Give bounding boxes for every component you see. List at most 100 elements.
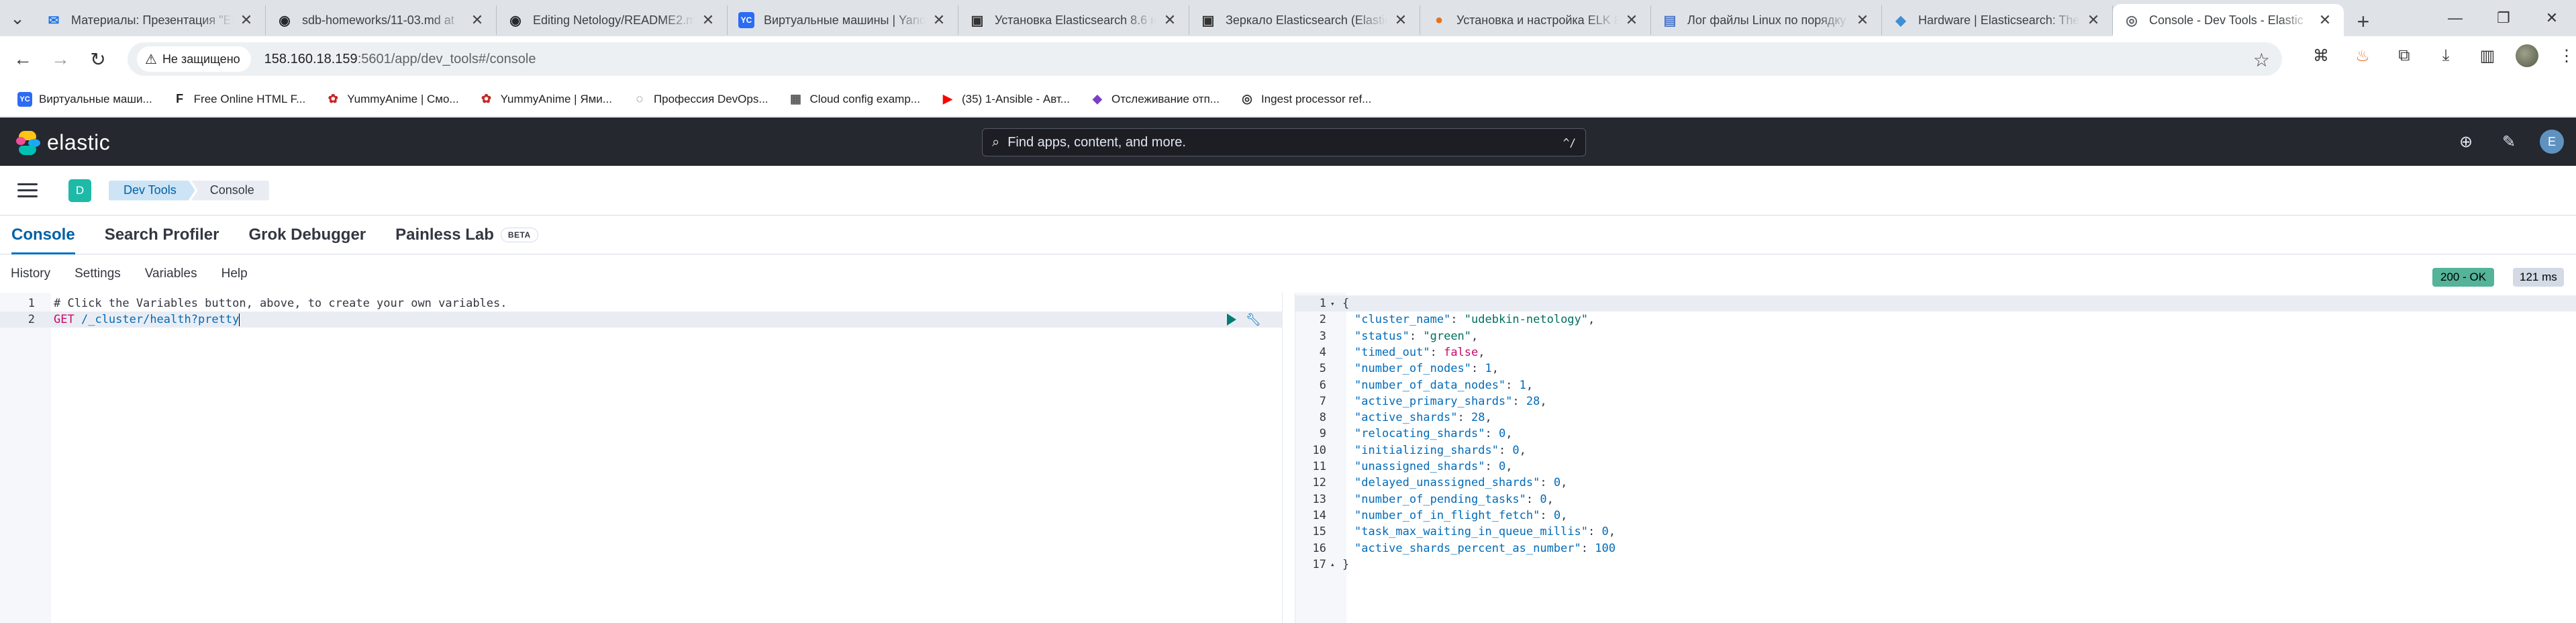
bookmark-favicon-icon: ◎ <box>1242 92 1252 105</box>
json-colon: : <box>1450 313 1465 327</box>
bookmark-item[interactable]: ◆ Отслеживание отп... <box>1083 86 1226 113</box>
user-avatar[interactable]: E <box>2540 130 2564 154</box>
tab-close-icon[interactable]: ✕ <box>238 11 254 29</box>
back-arrow-icon[interactable]: ← <box>4 40 42 78</box>
tab-grok-debugger[interactable]: Grok Debugger <box>248 215 366 254</box>
breadcrumb-dev-tools[interactable]: Dev Tools <box>109 181 195 201</box>
response-line: 5 "number_of_nodes": 1, <box>1295 361 2576 377</box>
address-bar[interactable]: ⚠ Не защищено 158.160.18.159:5601/app/de… <box>128 42 2282 76</box>
space-avatar[interactable]: D <box>68 179 91 202</box>
tab-close-icon[interactable]: ✕ <box>931 11 947 29</box>
request-line-2[interactable]: 2 GET /_cluster/health?pretty 🔧︎ <box>0 312 1282 328</box>
minimize-icon[interactable]: — <box>2431 0 2479 36</box>
request-options-wrench-icon[interactable]: 🔧︎ <box>1246 313 1261 327</box>
browser-tab[interactable]: ◉ Editing Netology/README2.md ✕ <box>497 5 728 35</box>
extensions-puzzle-icon[interactable]: ⧉ <box>2391 42 2418 69</box>
menu-hamburger-icon[interactable] <box>17 183 38 197</box>
bookmark-item[interactable]: F Free Online HTML F... <box>166 86 313 113</box>
browser-menu-icon[interactable]: ⋮ <box>2553 42 2576 69</box>
extension-flame-icon[interactable]: ♨ <box>2349 42 2376 69</box>
elastic-logo[interactable]: elastic <box>16 130 110 155</box>
url-text[interactable]: 158.160.18.159:5601/app/dev_tools#/conso… <box>264 52 536 67</box>
bookmark-item[interactable]: ◌ Профессия DevOps... <box>626 86 775 113</box>
json-key: "number_of_pending_tasks" <box>1354 492 1526 506</box>
bookmark-item[interactable]: YC Виртуальные маши... <box>11 86 159 113</box>
fold-toggle-icon[interactable]: ▾ <box>1330 299 1340 308</box>
json-comma: , <box>1478 345 1485 359</box>
tab-close-icon[interactable]: ✕ <box>1624 11 1640 29</box>
browser-tab-active[interactable]: ◎ Console - Dev Tools - Elastic ✕ <box>2113 4 2344 36</box>
tab-close-icon[interactable]: ✕ <box>1393 11 1409 29</box>
variables-link[interactable]: Variables <box>145 267 197 281</box>
security-indicator[interactable]: ⚠ Не защищено <box>137 46 251 72</box>
tab-close-icon[interactable]: ✕ <box>1162 11 1178 29</box>
json-value: 0 <box>1553 476 1561 490</box>
bookmark-item[interactable]: ✿ YummyAnime | Смо... <box>319 86 465 113</box>
news-feed-icon[interactable]: ✎ <box>2497 130 2521 154</box>
response-viewer[interactable]: 1 ▾{2 "cluster_name": "udebkin-netology", 3… <box>1295 293 2576 623</box>
tab-close-icon[interactable]: ✕ <box>700 11 716 29</box>
tab-close-icon[interactable]: ✕ <box>1854 11 1871 29</box>
console-panel: History Settings Variables Help 200 - OK… <box>0 255 2576 623</box>
browser-tab[interactable]: ▤ Лог файлы Linux по порядку ✕ <box>1651 5 1882 35</box>
settings-link[interactable]: Settings <box>75 267 121 281</box>
tab-close-icon[interactable]: ✕ <box>2085 11 2101 29</box>
browser-tab[interactable]: ▣ Зеркало Elasticsearch (Elastic ✕ <box>1189 5 1420 35</box>
translate-icon[interactable]: ⌘ <box>2308 42 2334 69</box>
browser-tab[interactable]: ✉ Материалы: Презентация "Ela ✕ <box>35 5 266 35</box>
tab-close-icon[interactable]: ✕ <box>469 11 485 29</box>
download-icon[interactable]: ⤓ <box>2432 42 2459 69</box>
bookmark-item[interactable]: ✿ YummyAnime | Ями... <box>473 86 619 113</box>
restore-icon[interactable]: ❐ <box>2479 0 2528 36</box>
browser-tab[interactable]: ● Установка и настройка ELK 8 ✕ <box>1420 5 1651 35</box>
tab-title: Editing Netology/README2.md <box>533 13 695 27</box>
tab-console[interactable]: Console <box>11 215 75 254</box>
profile-avatar[interactable] <box>2516 44 2538 67</box>
json-key: "number_of_data_nodes" <box>1354 378 1506 392</box>
help-icon[interactable]: ⊕ <box>2454 130 2478 154</box>
line-number: 5 <box>1319 362 1326 376</box>
response-code: "timed_out": false, <box>1340 346 1485 359</box>
json-key: "unassigned_shards" <box>1354 460 1485 473</box>
tab-painless-lab[interactable]: Painless Lab BETA <box>395 215 538 254</box>
help-link[interactable]: Help <box>221 267 248 281</box>
request-line-1[interactable]: 1 # Click the Variables button, above, t… <box>0 295 1282 312</box>
line-number: 12 <box>1312 476 1326 490</box>
browser-tab[interactable]: ▣ Установка Elasticsearch 8.6 н ✕ <box>958 5 1189 35</box>
response-code: "cluster_name": "udebkin-netology", <box>1340 313 1595 326</box>
bookmark-item[interactable]: ▶ (35) 1-Ansible - Авт... <box>934 86 1077 113</box>
response-line: 17 ▴} <box>1295 557 2576 573</box>
tab-close-icon[interactable]: ✕ <box>2317 11 2333 29</box>
json-colon: : <box>1505 378 1520 392</box>
browser-tab[interactable]: YC Виртуальные машины | Yande ✕ <box>728 5 958 35</box>
browser-tab-strip: ⌄ ✉ Материалы: Презентация "Ela ✕ ◉ sdb-home… <box>0 0 2576 36</box>
bookmark-item[interactable]: ▦ Cloud config examp... <box>782 86 927 113</box>
json-comma: , <box>1485 411 1492 425</box>
bookmark-star-icon[interactable]: ☆ <box>2253 49 2270 71</box>
json-colon: : <box>1540 508 1554 522</box>
close-window-icon[interactable]: ✕ <box>2528 0 2576 36</box>
tab-search-chevron-icon[interactable]: ⌄ <box>0 0 35 36</box>
request-editor[interactable]: 1 # Click the Variables button, above, t… <box>0 293 1282 623</box>
warning-icon: ⚠ <box>145 52 157 67</box>
history-link[interactable]: History <box>11 267 50 281</box>
forward-arrow-icon[interactable]: → <box>42 40 79 78</box>
global-search-input[interactable]: ⌕ Find apps, content, and more. ^/ <box>982 128 1586 156</box>
response-code: "number_of_data_nodes": 1, <box>1340 379 1533 392</box>
bookmark-item[interactable]: ◎ Ingest processor ref... <box>1233 86 1378 113</box>
response-code: "relocating_shards": 0, <box>1340 427 1512 440</box>
fold-toggle-icon[interactable]: ▴ <box>1330 560 1340 569</box>
response-code: "number_of_nodes": 1, <box>1340 362 1499 375</box>
search-placeholder: Find apps, content, and more. <box>1007 134 1186 150</box>
request-gutter <box>0 293 51 623</box>
reload-icon[interactable]: ↻ <box>79 40 117 78</box>
json-comma: , <box>1561 476 1568 490</box>
sidebar-icon[interactable]: ▥ <box>2474 42 2501 69</box>
browser-tab[interactable]: ◉ sdb-homeworks/11-03.md at ✕ <box>266 5 497 35</box>
new-tab-button[interactable]: + <box>2346 7 2380 36</box>
browser-tab[interactable]: ◆ Hardware | Elasticsearch: The D ✕ <box>1882 5 2113 35</box>
json-value: 28 <box>1526 394 1540 408</box>
pane-resizer[interactable] <box>1282 293 1295 623</box>
tab-search-profiler[interactable]: Search Profiler <box>105 215 219 254</box>
send-request-play-icon[interactable] <box>1227 314 1236 326</box>
